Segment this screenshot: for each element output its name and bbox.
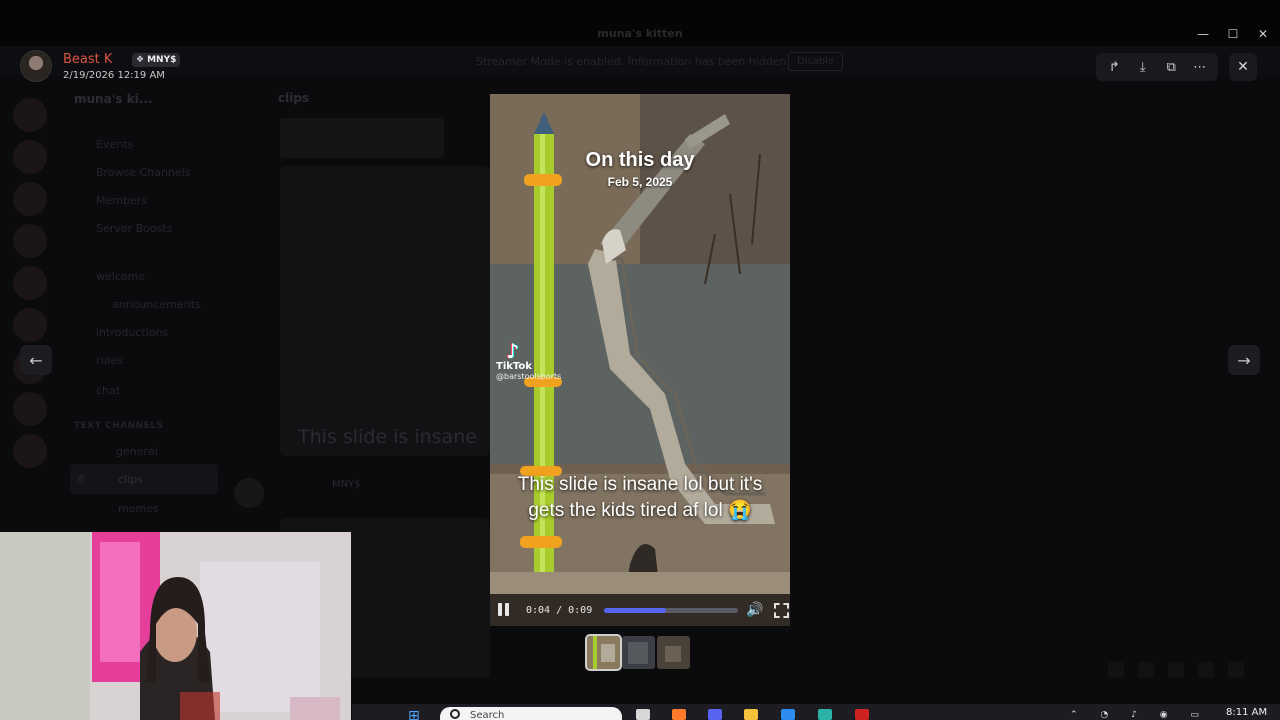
active-channel-highlight [70, 464, 218, 494]
pause-bar [505, 603, 509, 616]
more-icon[interactable]: ⋯ [1189, 56, 1211, 78]
taskbar-clock: 8:11 AM [1226, 707, 1268, 718]
open-external-icon[interactable]: ⧉ [1160, 56, 1182, 78]
server-icon[interactable] [13, 392, 47, 426]
forward-icon[interactable]: ↱ [1103, 56, 1125, 78]
progress-bar[interactable] [604, 607, 739, 613]
taskbar-search-label: Search [470, 710, 505, 720]
file-explorer-icon[interactable] [744, 709, 758, 720]
taskbar-search[interactable] [440, 707, 622, 720]
server-icon[interactable] [13, 434, 47, 468]
discord-icon[interactable] [708, 709, 722, 720]
avatar[interactable] [234, 478, 264, 508]
title-bar: muna's kitten — ☐ ✕ [0, 0, 1280, 46]
server-icon[interactable] [13, 266, 47, 300]
channel-members[interactable]: Members [96, 194, 147, 207]
tiktok-icon: ♪ [506, 339, 519, 363]
channel-boosts[interactable]: Server Boosts [96, 222, 172, 235]
sticker-icon[interactable] [1168, 662, 1184, 678]
video-overlay-title: On this day [585, 149, 695, 171]
close-window-button[interactable]: ✕ [1252, 24, 1274, 44]
channel-chat[interactable]: chat [96, 384, 120, 397]
app-icon[interactable] [855, 709, 869, 720]
channel-announcements[interactable]: announcements [112, 298, 201, 311]
video-player[interactable]: On this day Feb 5, 2025 ♪ TikTok @barsto… [490, 94, 790, 626]
pause-button[interactable] [498, 603, 512, 617]
server-icon[interactable] [13, 308, 47, 342]
streamer-mode-notice: Streamer Mode is enabled. Information ha… [476, 55, 790, 68]
webcam-image [0, 532, 351, 720]
channel-general[interactable]: general [116, 445, 158, 458]
channel-clips[interactable]: clips [118, 473, 143, 486]
chat-input-toolbar [1108, 662, 1244, 678]
firefox-icon[interactable] [672, 709, 686, 720]
server-rail [0, 90, 60, 530]
pause-bar [498, 603, 502, 616]
gif-icon[interactable] [1138, 662, 1154, 678]
channel-introductions[interactable]: introductions [96, 326, 168, 339]
upload-timestamp: 2/19/2026 12:19 AM [63, 70, 165, 81]
apps-icon[interactable] [1228, 662, 1244, 678]
video-overlay-date: Feb 5, 2025 [607, 175, 673, 189]
tiktok-brand: TikTok [496, 361, 532, 372]
thumbnail[interactable] [657, 636, 690, 669]
fullscreen-icon[interactable] [773, 602, 789, 618]
volume-icon[interactable]: 🔊 [746, 602, 763, 618]
minimize-button[interactable]: — [1192, 24, 1214, 44]
channel-browse[interactable]: Browse Channels [96, 166, 190, 179]
thumbnail[interactable] [585, 634, 622, 671]
server-icon[interactable] [13, 182, 47, 216]
message-attachment[interactable] [280, 118, 444, 158]
previous-media-button[interactable]: ← [20, 345, 52, 375]
server-name[interactable]: muna's ki... [74, 92, 152, 106]
window-controls: — ☐ ✕ [1192, 24, 1274, 44]
viewer-action-bar: ↱ ⤓ ⧉ ⋯ [1096, 53, 1218, 81]
media-thumbnails [585, 634, 690, 671]
maximize-button[interactable]: ☐ [1222, 24, 1244, 44]
avatar[interactable] [20, 50, 52, 82]
message-video-caption: This slide is insane [298, 426, 477, 448]
window-title: muna's kitten [597, 27, 683, 40]
next-media-button[interactable]: → [1228, 345, 1260, 375]
message-video[interactable] [280, 166, 490, 456]
task-view-icon[interactable] [636, 709, 650, 720]
channel-welcome[interactable]: welcome [96, 270, 145, 283]
time-display: 0:04 / 0:09 [526, 604, 593, 616]
category-text-channels[interactable]: TEXT CHANNELS [74, 421, 164, 431]
uploader-name[interactable]: Beast K [63, 52, 112, 67]
store-icon[interactable] [781, 709, 795, 720]
download-icon[interactable]: ⤓ [1132, 56, 1154, 78]
thumbnail[interactable] [622, 636, 655, 669]
uploader-tag-text: MNY$ [147, 55, 177, 65]
message-author-tag[interactable]: MNY$ [332, 479, 361, 490]
tiktok-watermark: ♪ TikTok @barstoolsports [496, 339, 562, 381]
emoji-icon[interactable] [1198, 662, 1214, 678]
close-viewer-button[interactable]: ✕ [1229, 53, 1257, 81]
video-caption: This slide is insane lol but it's gets t… [517, 474, 763, 521]
server-icon[interactable] [13, 98, 47, 132]
server-icon[interactable] [13, 224, 47, 258]
chat-header-channel: clips [278, 91, 310, 105]
edge-icon[interactable] [818, 709, 832, 720]
channel-memes[interactable]: memes [118, 502, 159, 515]
progress-fill [604, 607, 666, 613]
windows-start-icon[interactable]: ⊞ [408, 708, 426, 720]
webcam-feed [0, 532, 351, 720]
tiktok-handle: @barstoolsports [496, 372, 562, 381]
system-tray[interactable]: ⌃ ◔ ♪ ◉ ▭ [1070, 710, 1209, 720]
hash-icon: # [76, 472, 87, 486]
tag-icon: ❖ [136, 55, 145, 65]
server-icon[interactable] [13, 140, 47, 174]
video-controls: 0:04 / 0:09 🔊 [490, 594, 790, 626]
channel-rules[interactable]: rules [96, 354, 123, 367]
search-icon [450, 709, 460, 719]
gift-icon[interactable] [1108, 662, 1124, 678]
channel-events[interactable]: Events [96, 138, 133, 151]
disable-streamer-mode-button[interactable]: Disable [788, 52, 843, 71]
uploader-tag-badge: ❖ MNY$ [132, 53, 181, 67]
